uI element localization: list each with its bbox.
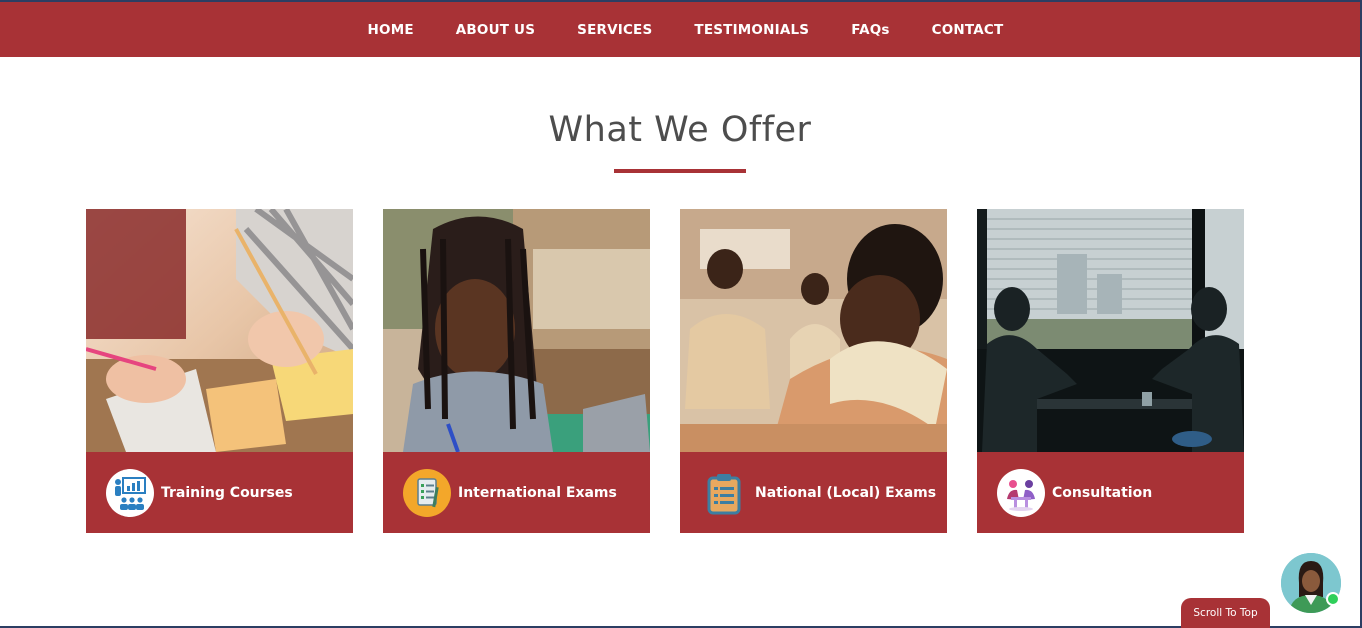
consultation-photo <box>977 209 1244 452</box>
nav-list: HOME ABOUT US SERVICES TESTIMONIALS FAQs… <box>347 22 1025 38</box>
nav-home[interactable]: HOME <box>347 22 435 38</box>
card-label: Training Courses <box>161 484 293 501</box>
card-bar: National (Local) Exams <box>680 452 947 533</box>
training-courses-photo <box>86 209 353 452</box>
nav-services[interactable]: SERVICES <box>556 22 673 38</box>
nav-contact[interactable]: CONTACT <box>911 22 1025 38</box>
section-title: What We Offer <box>548 110 812 150</box>
card-label: Consultation <box>1052 484 1153 501</box>
scroll-to-top-button[interactable]: Scroll To Top <box>1181 598 1270 628</box>
presentation-class-icon <box>106 468 154 517</box>
title-underline <box>614 169 746 173</box>
offer-card-training-courses[interactable]: Training Courses <box>86 209 353 533</box>
online-status-indicator <box>1326 592 1340 606</box>
exam-checklist-icon <box>403 468 451 517</box>
offer-card-consultation[interactable]: Consultation <box>977 209 1244 533</box>
clipboard-icon <box>700 469 748 517</box>
national-local-exams-photo <box>680 209 947 452</box>
main-navbar: HOME ABOUT US SERVICES TESTIMONIALS FAQs… <box>0 2 1360 57</box>
international-exams-photo <box>383 209 650 452</box>
nav-faqs[interactable]: FAQs <box>830 22 910 38</box>
card-label: International Exams <box>458 484 617 501</box>
card-bar: Consultation <box>977 452 1244 533</box>
card-bar: International Exams <box>383 452 650 533</box>
offer-card-national-local-exams[interactable]: National (Local) Exams <box>680 209 947 533</box>
card-bar: Training Courses <box>86 452 353 533</box>
offer-card-international-exams[interactable]: International Exams <box>383 209 650 533</box>
nav-testimonials[interactable]: TESTIMONIALS <box>673 22 830 38</box>
nav-about-us[interactable]: ABOUT US <box>435 22 556 38</box>
consultation-meeting-icon <box>997 468 1045 517</box>
card-label: National (Local) Exams <box>755 484 937 501</box>
